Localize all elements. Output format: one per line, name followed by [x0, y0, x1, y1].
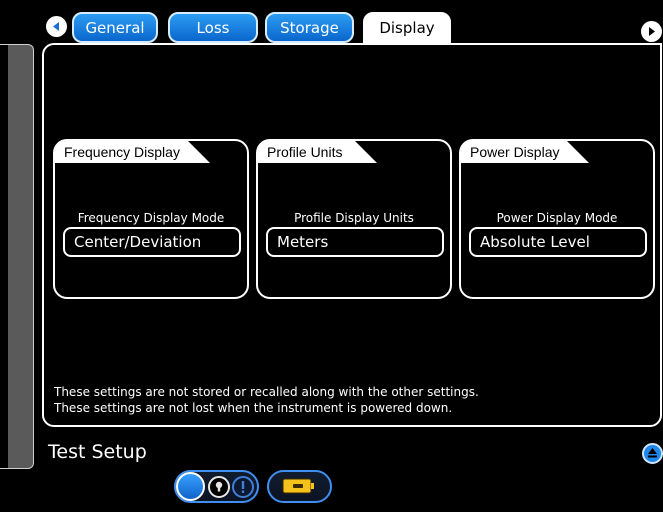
- tab-storage-label: Storage: [280, 18, 339, 37]
- power-display-group: Power Display Power Display Mode Absolut…: [459, 139, 655, 299]
- profile-display-units-label: Profile Display Units: [294, 211, 414, 225]
- settings-note-line1: These settings are not stored or recalle…: [54, 385, 479, 399]
- chevron-up-icon: [648, 448, 657, 458]
- frequency-display-mode-value: Center/Deviation: [74, 233, 202, 251]
- settings-note-line2: These settings are not lost when the ins…: [54, 401, 453, 415]
- power-display-mode-value: Absolute Level: [480, 233, 590, 251]
- status-dot-icon[interactable]: [176, 472, 205, 501]
- battery-pill[interactable]: [267, 470, 332, 503]
- tab-display[interactable]: Display: [363, 12, 451, 44]
- profile-units-group: Profile Units Profile Display Units Mete…: [256, 139, 452, 299]
- tab-storage[interactable]: Storage: [265, 12, 354, 43]
- prev-tab-button[interactable]: [46, 16, 67, 37]
- tab-loss[interactable]: Loss: [168, 12, 258, 43]
- tab-display-label: Display: [379, 19, 435, 37]
- collapse-button[interactable]: [642, 443, 663, 464]
- frequency-display-group: Frequency Display Frequency Display Mode…: [53, 139, 249, 299]
- chevron-left-icon: [53, 22, 59, 31]
- profile-display-units-field[interactable]: Meters: [266, 227, 444, 257]
- profile-display-units-value: Meters: [277, 233, 329, 251]
- side-panel-handle[interactable]: [8, 44, 34, 469]
- battery-icon: [282, 478, 314, 494]
- profile-units-title: Profile Units: [258, 141, 377, 163]
- lock-icon: [208, 476, 230, 498]
- power-display-mode-label: Power Display Mode: [496, 211, 618, 225]
- side-panel-bracket: [0, 44, 8, 469]
- power-display-mode-field[interactable]: Absolute Level: [469, 227, 647, 257]
- footer-title: Test Setup: [48, 441, 147, 463]
- chevron-right-icon: [649, 27, 655, 36]
- frequency-display-mode-field[interactable]: Center/Deviation: [63, 227, 241, 257]
- alert-icon: [232, 476, 254, 498]
- next-tab-button[interactable]: [641, 21, 662, 42]
- frequency-display-title: Frequency Display: [55, 141, 210, 163]
- power-display-title: Power Display: [461, 141, 589, 163]
- tab-loss-label: Loss: [196, 18, 230, 37]
- frequency-display-mode-label: Frequency Display Mode: [77, 211, 225, 225]
- tab-general-label: General: [85, 18, 145, 37]
- tab-general[interactable]: General: [72, 12, 158, 43]
